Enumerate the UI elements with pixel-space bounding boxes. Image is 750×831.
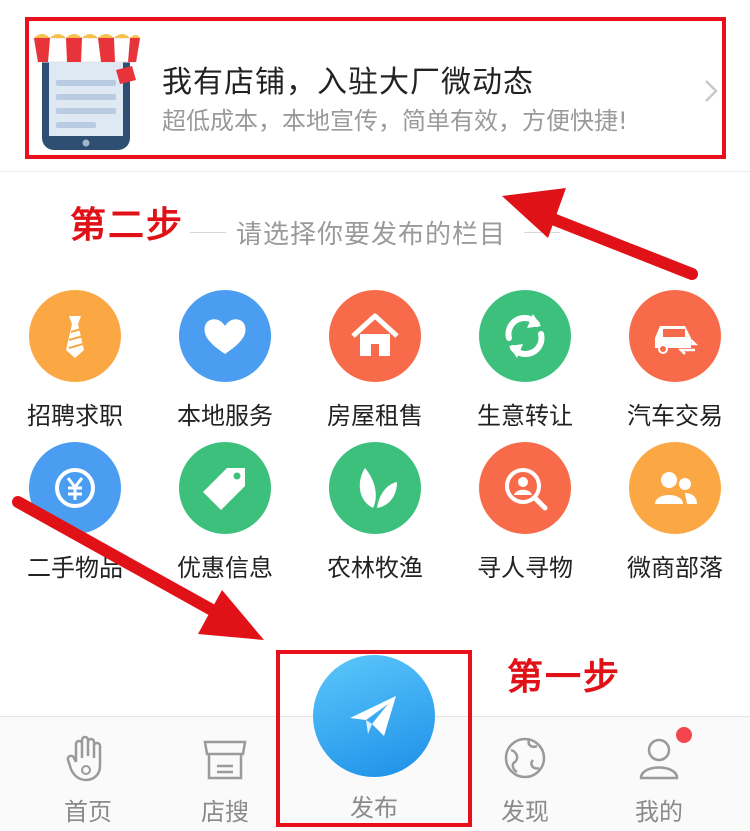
yen-cycle-icon — [29, 442, 121, 534]
people-icon — [629, 442, 721, 534]
tab-label: 首页 — [64, 798, 112, 826]
category-label: 微商部落 — [627, 554, 723, 582]
category-deals[interactable]: 优惠信息 — [150, 442, 300, 583]
category-micro-business[interactable]: 微商部落 — [600, 442, 750, 583]
tag-icon — [179, 442, 271, 534]
category-label: 汽车交易 — [627, 402, 723, 430]
category-label: 招聘求职 — [27, 402, 123, 430]
tab-home[interactable]: 首页 — [33, 720, 143, 827]
category-label: 房屋租售 — [327, 402, 423, 430]
publish-highlight-box — [276, 650, 472, 827]
tab-label: 发现 — [501, 798, 549, 826]
category-label: 寻人寻物 — [477, 554, 573, 582]
car-icon — [629, 290, 721, 382]
category-label: 农林牧渔 — [327, 554, 423, 582]
tab-discover[interactable]: 发现 — [470, 720, 580, 827]
section-divider-right — [524, 232, 560, 233]
category-second-hand[interactable]: 二手物品 — [0, 442, 150, 583]
category-label: 生意转让 — [477, 402, 573, 430]
step-one-annotation: 第一步 — [507, 657, 622, 698]
heart-icon — [179, 290, 271, 382]
step-two-annotation: 第二步 — [70, 205, 185, 246]
refresh-icon — [479, 290, 571, 382]
category-lost-found[interactable]: 寻人寻物 — [450, 442, 600, 583]
category-housing[interactable]: 房屋租售 — [300, 290, 450, 431]
hand-icon — [66, 735, 102, 782]
category-local-services[interactable]: 本地服务 — [150, 290, 300, 431]
category-label: 优惠信息 — [177, 554, 273, 582]
banner-highlight-box — [25, 17, 726, 159]
leaf-icon — [329, 442, 421, 534]
tie-icon — [29, 290, 121, 382]
store-icon — [203, 740, 247, 780]
category-jobs[interactable]: 招聘求职 — [0, 290, 150, 431]
tab-me[interactable]: 我的 — [604, 720, 714, 827]
search-person-icon — [479, 442, 571, 534]
tab-label: 我的 — [635, 798, 683, 826]
tab-store-search[interactable]: 店搜 — [170, 720, 280, 827]
category-label: 本地服务 — [177, 402, 273, 430]
category-label: 二手物品 — [27, 554, 123, 582]
section-title: 请选择你要发布的栏目 — [236, 220, 507, 250]
globe-icon — [504, 737, 546, 779]
category-car-trading[interactable]: 汽车交易 — [600, 290, 750, 431]
notification-badge — [676, 727, 692, 743]
tab-label: 店搜 — [201, 798, 249, 826]
category-business-transfer[interactable]: 生意转让 — [450, 290, 600, 431]
section-divider-left — [190, 232, 226, 233]
category-agriculture[interactable]: 农林牧渔 — [300, 442, 450, 583]
house-icon — [329, 290, 421, 382]
